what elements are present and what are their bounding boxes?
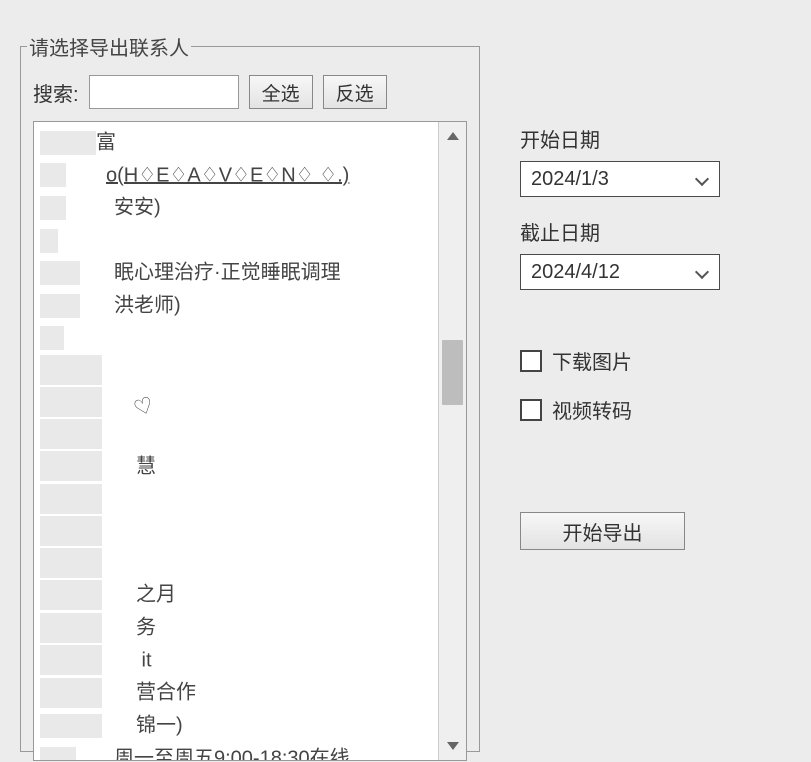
list-item[interactable] bbox=[40, 322, 432, 354]
download-images-option: 下载图片 bbox=[520, 346, 720, 375]
gap bbox=[80, 261, 114, 285]
start-date-picker[interactable]: 2024/1/3 bbox=[520, 161, 720, 197]
select-all-button[interactable]: 全选 bbox=[249, 75, 313, 109]
end-date-picker[interactable]: 2024/4/12 bbox=[520, 254, 720, 290]
scroll-track[interactable] bbox=[439, 150, 466, 732]
chevron-down-icon bbox=[447, 742, 459, 750]
scroll-down-icon[interactable] bbox=[439, 732, 466, 760]
list-item[interactable]: 之月 bbox=[40, 578, 432, 611]
redacted-block bbox=[40, 387, 102, 417]
gap bbox=[76, 747, 114, 760]
redacted-block bbox=[40, 645, 102, 675]
search-row: 搜索: 全选 反选 bbox=[33, 75, 467, 109]
list-item[interactable]: 富 bbox=[40, 126, 432, 159]
list-item[interactable]: 洪老师) bbox=[40, 289, 432, 322]
transcode-video-option: 视频转码 bbox=[520, 395, 720, 424]
start-date-label: 开始日期 bbox=[520, 124, 720, 153]
redacted-block bbox=[40, 747, 76, 760]
transcode-video-label: 视频转码 bbox=[552, 395, 632, 424]
contacts-list-content[interactable]: 富 o(H♢E♢A♢V♢E♢N♢ ♢.) 安安) 眠心理治疗·正觉睡眠调理洪老师) 慧之… bbox=[34, 122, 438, 760]
redacted-block bbox=[40, 294, 80, 318]
contact-text: 安安) bbox=[114, 197, 161, 219]
gap bbox=[102, 714, 136, 738]
redacted-block bbox=[40, 261, 80, 285]
gap bbox=[102, 645, 136, 675]
download-images-checkbox[interactable] bbox=[520, 350, 542, 372]
redacted-block bbox=[40, 419, 102, 449]
start-export-button[interactable]: 开始导出 bbox=[520, 512, 685, 550]
list-item[interactable] bbox=[40, 514, 432, 546]
fieldset-legend: 请选择导出联系人 bbox=[27, 32, 191, 61]
contact-text: 眠心理治疗·正觉睡眠调理 bbox=[114, 262, 341, 284]
contact-text: 锦一) bbox=[136, 715, 183, 737]
contacts-list: 富 o(H♢E♢A♢V♢E♢N♢ ♢.) 安安) 眠心理治疗·正觉睡眠调理洪老师) 慧之… bbox=[33, 121, 467, 761]
gap bbox=[102, 678, 136, 708]
redacted-block bbox=[40, 163, 66, 187]
contact-text: 营合作 bbox=[136, 682, 196, 704]
redacted-block bbox=[40, 229, 58, 253]
list-item[interactable] bbox=[40, 418, 432, 450]
list-item[interactable]: 锦一) bbox=[40, 709, 432, 742]
redacted-block bbox=[40, 355, 102, 385]
list-item[interactable]: it bbox=[40, 644, 432, 677]
list-item[interactable]: 周一至周五9:00-18:30在线 bbox=[40, 742, 432, 760]
invert-selection-button[interactable]: 反选 bbox=[323, 75, 387, 109]
heart-icon bbox=[134, 392, 154, 412]
list-item[interactable] bbox=[40, 482, 432, 514]
gap bbox=[102, 580, 136, 610]
transcode-video-checkbox[interactable] bbox=[520, 399, 542, 421]
gap bbox=[80, 294, 114, 318]
gap bbox=[102, 451, 136, 481]
redacted-block bbox=[40, 196, 66, 220]
list-item[interactable]: o(H♢E♢A♢V♢E♢N♢ ♢.) bbox=[40, 159, 432, 192]
redacted-block bbox=[40, 484, 102, 514]
redacted-block bbox=[40, 714, 102, 738]
chevron-down-icon bbox=[695, 265, 709, 279]
list-item[interactable] bbox=[40, 224, 432, 256]
redacted-block bbox=[40, 451, 102, 481]
redacted-block bbox=[40, 613, 102, 643]
list-item[interactable] bbox=[40, 386, 432, 418]
contact-text: 之月 bbox=[136, 584, 176, 606]
list-item[interactable]: 务 bbox=[40, 611, 432, 644]
contact-text: 洪老师) bbox=[114, 295, 181, 317]
gap bbox=[102, 613, 136, 643]
list-item[interactable]: 眠心理治疗·正觉睡眠调理 bbox=[40, 256, 432, 289]
gap bbox=[66, 163, 106, 187]
end-date-value: 2024/4/12 bbox=[531, 261, 620, 284]
list-item[interactable] bbox=[40, 546, 432, 578]
list-item[interactable]: 营合作 bbox=[40, 676, 432, 709]
list-item[interactable]: 安安) bbox=[40, 191, 432, 224]
end-date-label: 截止日期 bbox=[520, 217, 720, 246]
contact-text: it bbox=[136, 649, 152, 671]
redacted-block bbox=[40, 678, 102, 708]
chevron-down-icon bbox=[695, 172, 709, 186]
search-input[interactable] bbox=[89, 75, 239, 109]
contacts-fieldset: 请选择导出联系人 搜索: 全选 反选 富 o(H♢E♢A♢V♢E♢N♢ ♢.) 安安… bbox=[20, 32, 480, 752]
redacted-block bbox=[40, 131, 96, 155]
start-date-value: 2024/1/3 bbox=[531, 168, 609, 191]
search-label: 搜索: bbox=[33, 78, 79, 107]
chevron-up-icon bbox=[447, 132, 459, 140]
list-item[interactable] bbox=[40, 354, 432, 386]
redacted-block bbox=[40, 326, 64, 350]
scroll-thumb[interactable] bbox=[442, 340, 463, 405]
gap bbox=[102, 387, 134, 417]
right-panel: 开始日期 2024/1/3 截止日期 2024/4/12 下载图片 视频转码 开… bbox=[520, 20, 720, 752]
contact-text: o(H♢E♢A♢V♢E♢N♢ ♢.) bbox=[106, 164, 349, 186]
redacted-block bbox=[40, 516, 102, 546]
gap bbox=[66, 196, 114, 220]
redacted-block bbox=[40, 580, 102, 610]
download-images-label: 下载图片 bbox=[552, 346, 632, 375]
contact-text: 务 bbox=[136, 617, 156, 639]
contact-text: 慧 bbox=[136, 455, 156, 477]
scroll-up-icon[interactable] bbox=[439, 122, 466, 150]
scrollbar bbox=[438, 122, 466, 760]
redacted-block bbox=[40, 548, 102, 578]
contact-text: 富 bbox=[96, 132, 116, 154]
list-item[interactable]: 慧 bbox=[40, 450, 432, 483]
contact-text: 周一至周五9:00-18:30在线 bbox=[114, 748, 350, 760]
